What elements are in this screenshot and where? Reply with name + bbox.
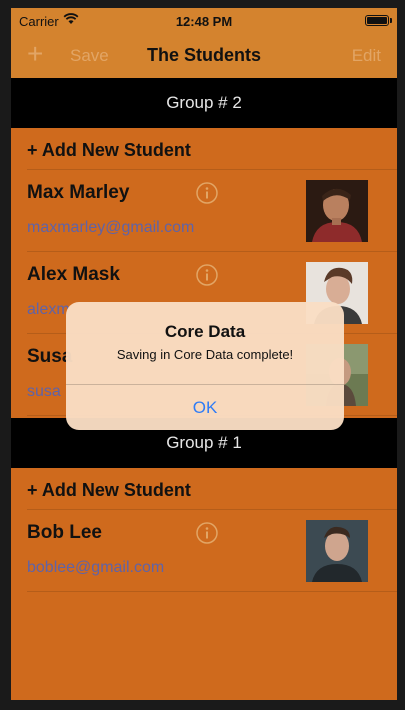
- alert-dialog: Core Data Saving in Core Data complete! …: [66, 302, 344, 430]
- alert-message: Saving in Core Data complete!: [116, 347, 294, 362]
- screen: Carrier 12:48 PM + Save The Students Edi…: [11, 8, 397, 700]
- alert-title: Core Data: [164, 322, 246, 341]
- device-frame: Carrier 12:48 PM + Save The Students Edi…: [0, 0, 405, 710]
- ok-button[interactable]: OK: [66, 385, 344, 430]
